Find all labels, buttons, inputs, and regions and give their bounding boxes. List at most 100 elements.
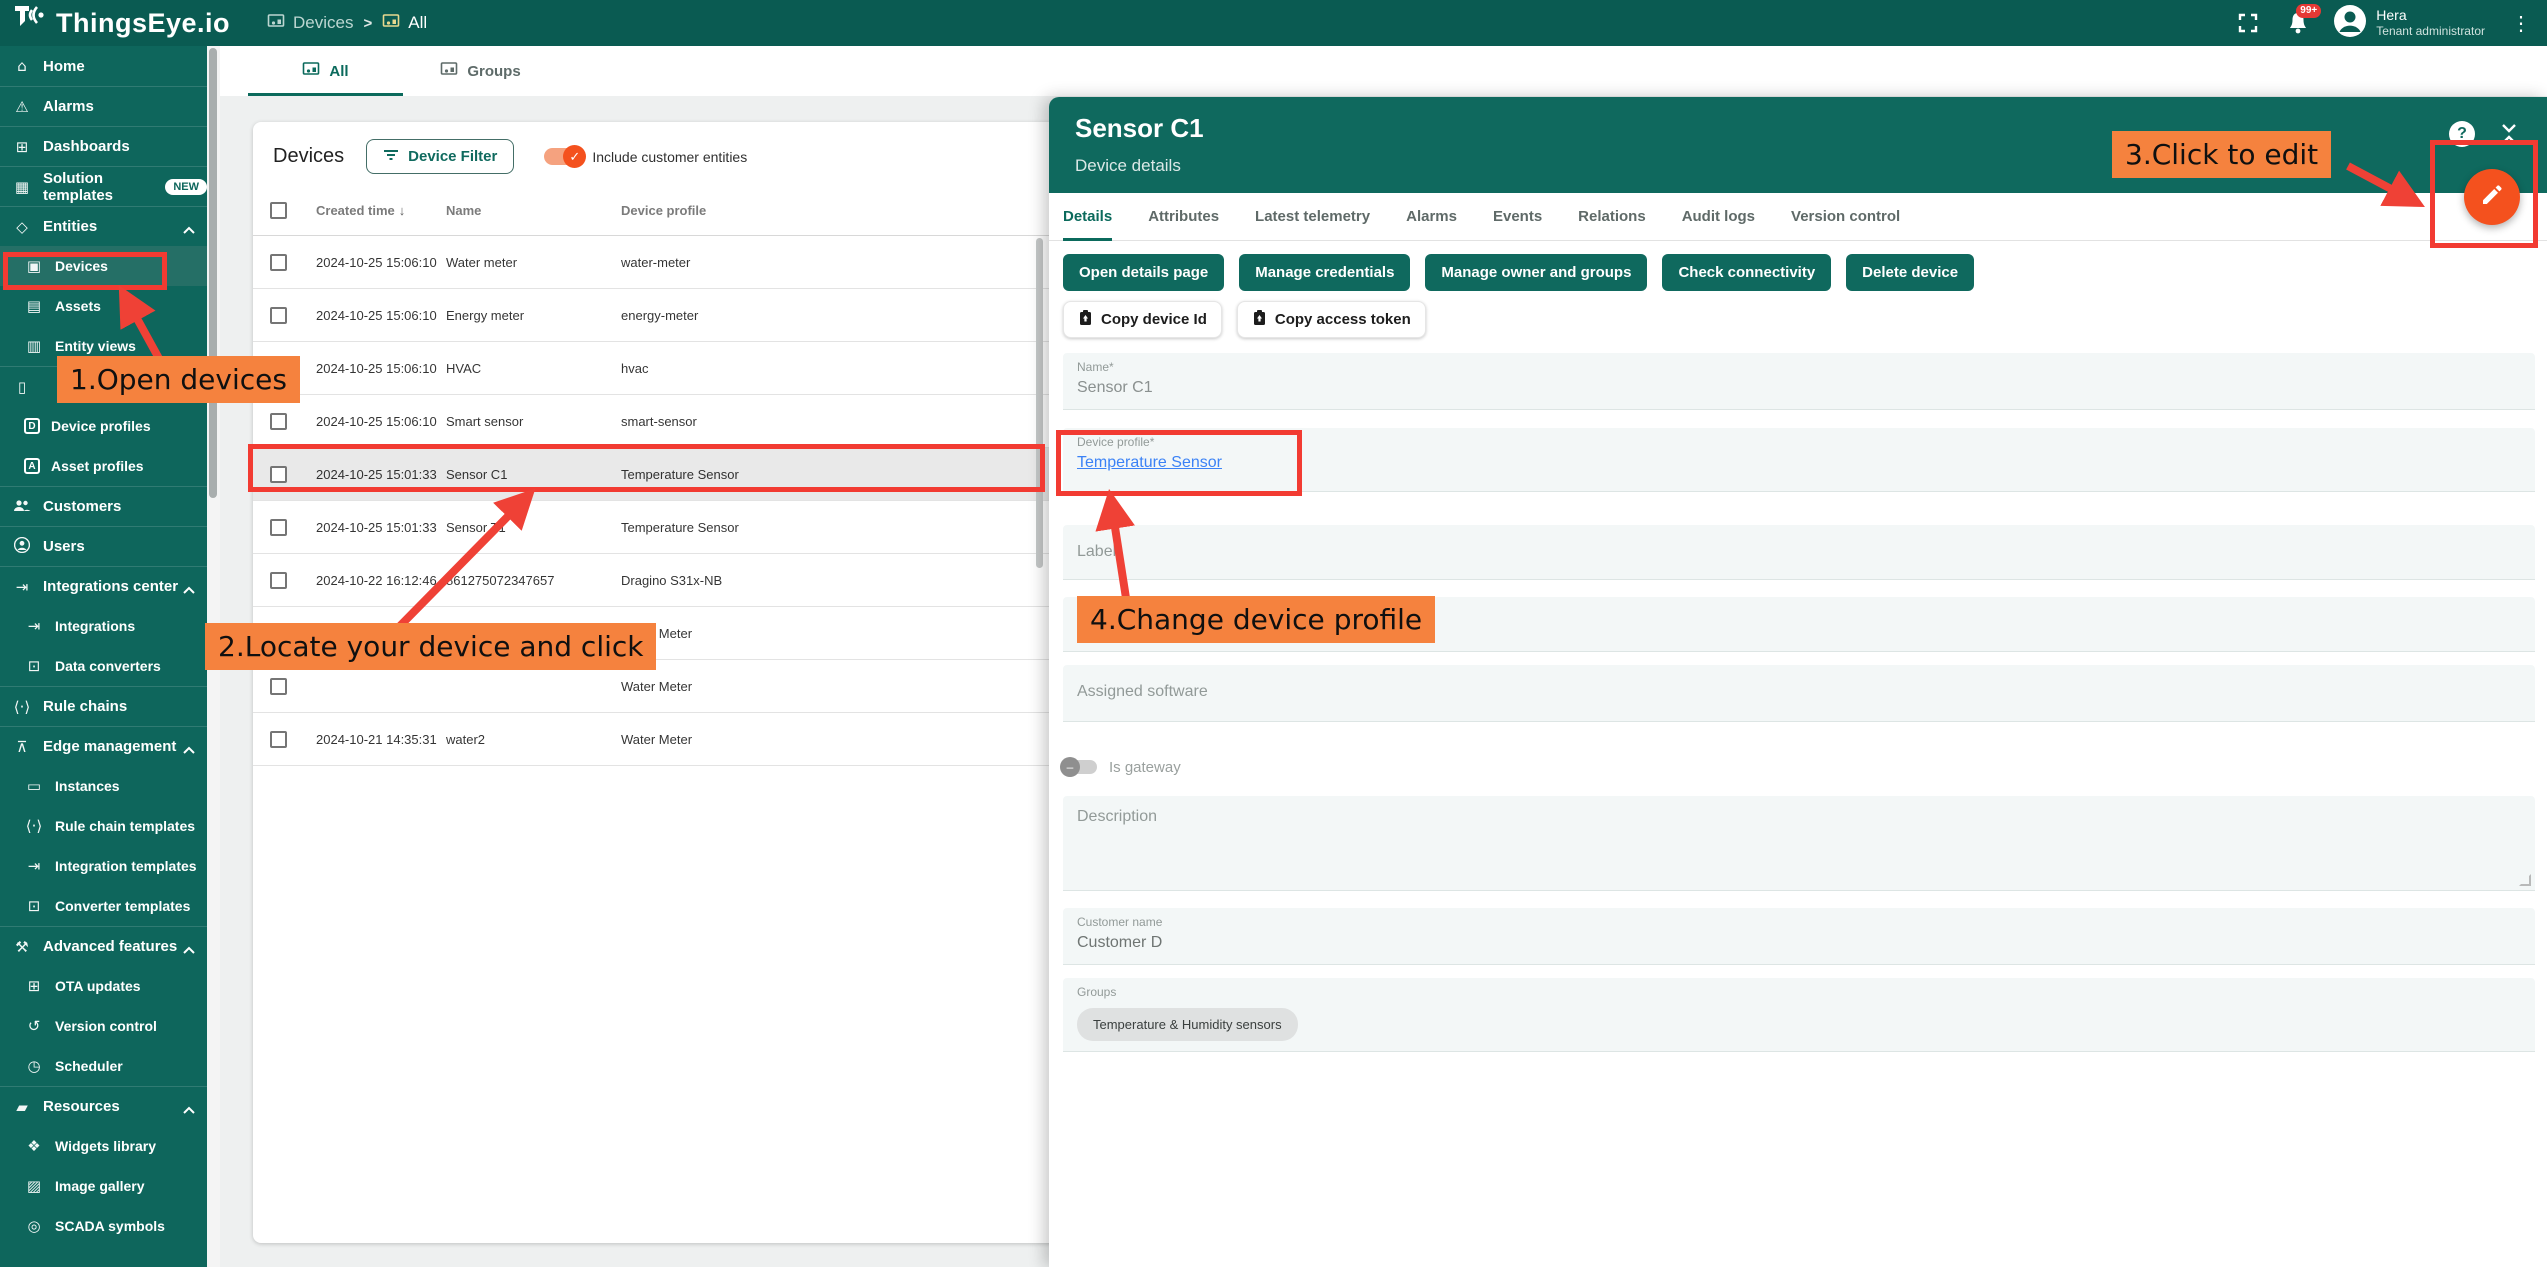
sidebar-item-edge-management[interactable]: ⊼Edge management (0, 726, 207, 766)
tab-attributes[interactable]: Attributes (1148, 193, 1219, 241)
tab-version-control[interactable]: Version control (1791, 193, 1900, 241)
sidebar-item-integration-templates[interactable]: ⇥Integration templates (0, 846, 207, 886)
sidebar-item-rule-chain-templates[interactable]: ⟨·⟩Rule chain templates (0, 806, 207, 846)
sidebar-item-scheduler[interactable]: ◷Scheduler (0, 1046, 207, 1086)
row-checkbox[interactable] (270, 466, 287, 483)
sidebar-item-scada-symbols[interactable]: ◎SCADA symbols (0, 1206, 207, 1246)
table-row[interactable]: 2024-10-22 16:12:46861275072347657Dragin… (253, 554, 1128, 607)
name-field[interactable]: Name* Sensor C1 (1063, 353, 2535, 410)
resize-handle[interactable] (2519, 874, 2531, 886)
sidebar-item-integrations[interactable]: ⇥Integrations (0, 606, 207, 646)
widgets-library-icon: ❖ (24, 1137, 44, 1155)
row-checkbox[interactable] (270, 572, 287, 589)
check-connectivity-button[interactable]: Check connectivity (1662, 254, 1831, 291)
chevron-up-icon (183, 581, 195, 598)
include-customer-entities-toggle[interactable]: ✓ Include customer entities (544, 148, 747, 165)
tab-alarms[interactable]: Alarms (1406, 193, 1457, 241)
chevron-up-icon (183, 941, 195, 958)
sidebar-item-image-gallery[interactable]: ▨Image gallery (0, 1166, 207, 1206)
sidebar-item-converter-templates[interactable]: ⊡Converter templates (0, 886, 207, 926)
tab-relations[interactable]: Relations (1578, 193, 1646, 241)
row-checkbox[interactable] (270, 307, 287, 324)
row-checkbox[interactable] (270, 413, 287, 430)
manage-owner-groups-button[interactable]: Manage owner and groups (1425, 254, 1647, 291)
tab-events[interactable]: Events (1493, 193, 1542, 241)
row-checkbox[interactable] (270, 731, 287, 748)
device-filter-button[interactable]: Device Filter (366, 139, 514, 174)
sidebar-item-widgets-library[interactable]: ❖Widgets library (0, 1126, 207, 1166)
assigned-software-field[interactable]: Assigned software (1063, 665, 2535, 722)
logo-text: ThingsEye.io (56, 8, 230, 39)
select-all-checkbox[interactable] (270, 202, 287, 219)
breadcrumb-devices[interactable]: Devices (267, 13, 353, 34)
sidebar-item-version-control[interactable]: ↺Version control (0, 1006, 207, 1046)
sidebar-scrollbar-thumb[interactable] (209, 48, 217, 498)
open-details-page-button[interactable]: Open details page (1063, 254, 1224, 291)
edit-fab-button[interactable] (2464, 169, 2520, 225)
sort-desc-icon[interactable]: ↓ (399, 203, 406, 218)
copy-device-id-button[interactable]: Copy device Id (1063, 301, 1222, 338)
row-checkbox[interactable] (270, 678, 287, 695)
tab-latest-telemetry[interactable]: Latest telemetry (1255, 193, 1370, 241)
user-menu[interactable]: Hera Tenant administrator (2333, 4, 2485, 43)
table-row-sensor-c1[interactable]: 2024-10-25 15:01:33Sensor C1Temperature … (253, 448, 1128, 501)
rule-chains-icon: ⟨·⟩ (12, 698, 32, 716)
manage-credentials-button[interactable]: Manage credentials (1239, 254, 1410, 291)
app-logo[interactable]: ThingsEye.io (0, 4, 207, 43)
device-profile-field[interactable]: Device profile* Temperature Sensor (1063, 428, 2535, 492)
collapse-icon[interactable] (2497, 121, 2521, 152)
dashboards-icon: ⊞ (12, 138, 32, 156)
table-row[interactable]: 2024-10-21 14:35:31water2Water Meter (253, 713, 1128, 766)
sidebar-item-entities[interactable]: ◇Entities (0, 206, 207, 246)
sidebar-item-users[interactable]: Users (0, 526, 207, 566)
tab-groups[interactable]: Groups (403, 46, 558, 96)
sidebar-item-resources[interactable]: ▰Resources (0, 1086, 207, 1126)
sidebar-item-devices[interactable]: ▣Devices (0, 246, 207, 286)
sidebar-item-instances[interactable]: ▭Instances (0, 766, 207, 806)
sidebar-item-asset-profiles[interactable]: AAsset profiles (0, 446, 207, 486)
row-checkbox[interactable] (270, 519, 287, 536)
tab-audit-logs[interactable]: Audit logs (1682, 193, 1755, 241)
sidebar-nav: ⌂Home ⚠Alarms ⊞Dashboards ▦Solution temp… (0, 46, 207, 1267)
column-created-time[interactable]: Created time (316, 203, 395, 218)
sidebar-item-dashboards[interactable]: ⊞Dashboards (0, 126, 207, 166)
more-menu-icon[interactable]: ⋮ (2505, 11, 2537, 36)
label-field[interactable]: Label (1063, 525, 2535, 580)
table-row[interactable]: 2024-10-25 15:06:10HVAChvac (253, 342, 1128, 395)
sidebar-item-data-converters[interactable]: ⊡Data converters (0, 646, 207, 686)
sidebar-item-device-profiles[interactable]: DDevice profiles (0, 406, 207, 446)
notifications-bell-button[interactable]: 99+ (2283, 8, 2313, 38)
sidebar-item-alarms[interactable]: ⚠Alarms (0, 86, 207, 126)
copy-access-token-button[interactable]: Copy access token (1237, 301, 1426, 338)
row-checkbox[interactable] (270, 254, 287, 271)
device-profile-link[interactable]: Temperature Sensor (1077, 454, 2521, 472)
groups-field[interactable]: Groups Temperature & Humidity sensors (1063, 978, 2535, 1052)
sidebar-item-customers[interactable]: Customers (0, 486, 207, 526)
help-icon[interactable]: ? (2449, 121, 2475, 147)
table-scrollbar[interactable] (1036, 238, 1043, 568)
table-row[interactable]: 2024-10-25 15:06:10Water meterwater-mete… (253, 236, 1128, 289)
image-gallery-icon: ▨ (24, 1177, 44, 1195)
sidebar-item-rule-chains[interactable]: ⟨·⟩Rule chains (0, 686, 207, 726)
sidebar-item-solution-templates[interactable]: ▦Solution templatesNEW (0, 166, 207, 206)
sidebar-item-assets[interactable]: ▤Assets (0, 286, 207, 326)
table-row[interactable]: 2024-10-25 15:06:10Smart sensorsmart-sen… (253, 395, 1128, 448)
table-row[interactable]: 2024-10-25 15:01:33Sensor T1Temperature … (253, 501, 1128, 554)
is-gateway-toggle[interactable]: – Is gateway (1063, 752, 2535, 782)
sidebar-item-advanced-features[interactable]: ⚒Advanced features (0, 926, 207, 966)
fullscreen-button[interactable] (2233, 8, 2263, 38)
group-chip[interactable]: Temperature & Humidity sensors (1077, 1008, 1298, 1041)
copy-icon (1252, 309, 1267, 330)
sidebar-item-ota-updates[interactable]: ⊞OTA updates (0, 966, 207, 1006)
tab-details[interactable]: Details (1063, 193, 1112, 241)
table-row[interactable]: 2024-10-25 15:06:10Energy meterenergy-me… (253, 289, 1128, 342)
breadcrumb-all[interactable]: All (382, 13, 427, 34)
sidebar-item-integrations-center[interactable]: ⇥Integrations center (0, 566, 207, 606)
user-icon (12, 537, 32, 557)
chevron-up-icon (183, 741, 195, 758)
column-name[interactable]: Name (446, 203, 621, 218)
tab-all[interactable]: All (248, 46, 403, 96)
delete-device-button[interactable]: Delete device (1846, 254, 1974, 291)
sidebar-item-home[interactable]: ⌂Home (0, 46, 207, 86)
description-field[interactable]: Description (1063, 796, 2535, 891)
